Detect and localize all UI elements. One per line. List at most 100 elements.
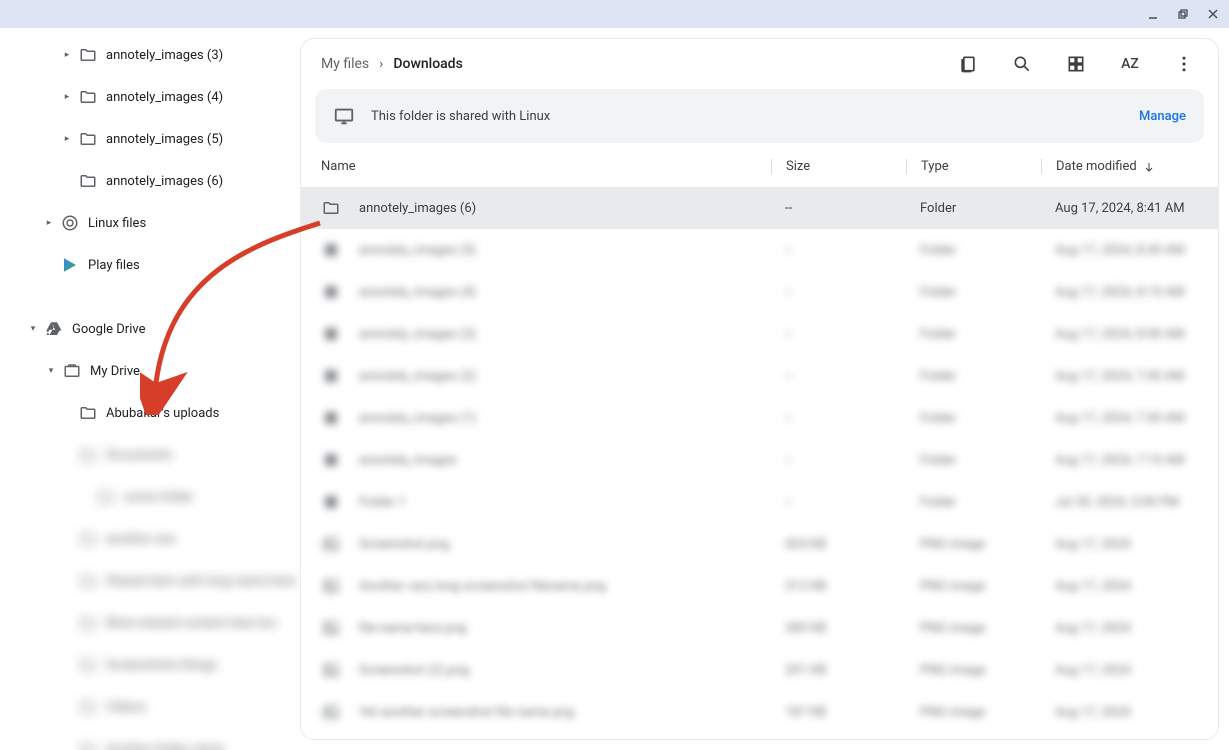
file-name: file-name-here.png <box>359 621 771 636</box>
more-options-button[interactable] <box>1166 46 1202 82</box>
sidebar-item-label: Linux files <box>88 216 146 231</box>
sidebar-item-label: Shared item with long name here <box>106 574 295 589</box>
sidebar-item[interactable]: Shared item with long name here <box>0 560 300 602</box>
window-maximize-button[interactable] <box>1171 2 1195 26</box>
file-size: -- <box>771 453 906 468</box>
sidebar-item-label: Videos <box>106 700 146 715</box>
sidebar-item-label: annotely_images (3) <box>106 48 223 63</box>
file-name: annotely_images (6) <box>359 201 771 216</box>
file-type: Folder <box>906 285 1041 300</box>
sidebar-item-label: annotely_images (4) <box>106 90 223 105</box>
folder-icon <box>78 530 98 548</box>
sidebar-item[interactable]: annotely_images (6) <box>0 160 300 202</box>
window-minimize-button[interactable] <box>1141 2 1165 26</box>
folder-icon <box>78 656 98 674</box>
banner-manage-button[interactable]: Manage <box>1139 109 1186 124</box>
sidebar: ▸annotely_images (3)▸annotely_images (4)… <box>0 28 300 750</box>
file-row[interactable]: annotely_images (6)--FolderAug 17, 2024,… <box>301 187 1218 229</box>
sidebar-item[interactable]: ▾Google Drive <box>0 308 300 350</box>
sidebar-item[interactable]: Abubakar's uploads <box>0 392 300 434</box>
sidebar-item[interactable]: ▸annotely_images (5) <box>0 118 300 160</box>
file-row[interactable]: annotely_images (1)--FolderAug 17, 2024,… <box>301 397 1218 439</box>
column-header-name[interactable]: Name <box>321 159 771 174</box>
folder-icon <box>78 130 98 148</box>
file-type: PNG image <box>906 579 1041 594</box>
sidebar-item[interactable]: ▾My Drive <box>0 350 300 392</box>
sidebar-item[interactable]: More shared content here too <box>0 602 300 644</box>
column-header-size[interactable]: Size <box>771 159 906 174</box>
file-row[interactable]: Yet another screenshot file name.png187 … <box>301 691 1218 733</box>
sort-button[interactable]: AZ <box>1112 46 1148 82</box>
file-type: Folder <box>906 369 1041 384</box>
drive-icon <box>44 320 64 338</box>
folder-icon <box>321 199 341 217</box>
file-row[interactable]: Another very long screenshot filename.pn… <box>301 565 1218 607</box>
file-type: Folder <box>906 243 1041 258</box>
file-date: Aug 17, 2024, 8:00 AM <box>1041 327 1204 342</box>
clipboard-icon <box>958 54 978 74</box>
clipboard-button[interactable] <box>950 46 986 82</box>
sidebar-item[interactable]: Another folder name <box>0 728 300 750</box>
sidebar-item[interactable]: ▸annotely_images (4) <box>0 76 300 118</box>
expand-arrow-icon: ▸ <box>44 218 54 228</box>
file-size: -- <box>771 243 906 258</box>
file-row[interactable]: Screenshot (2).png201 KBPNG imageAug 17,… <box>301 649 1218 691</box>
file-row[interactable]: annotely_images (4)--FolderAug 17, 2024,… <box>301 271 1218 313</box>
file-type: PNG image <box>906 705 1041 720</box>
sidebar-item[interactable]: ▸annotely_images (3) <box>0 34 300 76</box>
file-type: Folder <box>906 327 1041 342</box>
archive-icon <box>321 493 341 511</box>
sidebar-item[interactable]: some folder <box>0 476 300 518</box>
file-row[interactable]: annotely_images (5)--FolderAug 17, 2024,… <box>301 229 1218 271</box>
folder-icon <box>78 740 98 750</box>
archive-icon <box>321 241 341 259</box>
file-name: Yet another screenshot file name.png <box>359 705 771 720</box>
breadcrumb-current[interactable]: Downloads <box>393 56 462 72</box>
file-row[interactable]: annotely_images (3)--FolderAug 17, 2024,… <box>301 313 1218 355</box>
sidebar-item-label: Screenshots things <box>106 658 217 673</box>
image-icon <box>321 619 341 637</box>
file-size: -- <box>771 327 906 342</box>
file-date: Jul 30, 2024, 5:00 PM <box>1041 495 1204 510</box>
sidebar-item[interactable]: Videos <box>0 686 300 728</box>
window-close-button[interactable] <box>1201 2 1225 26</box>
image-icon <box>321 535 341 553</box>
file-name: annotely_images (1) <box>359 411 771 426</box>
maximize-icon <box>1177 8 1189 20</box>
file-size: -- <box>771 495 906 510</box>
linux-share-icon <box>333 105 355 127</box>
file-row[interactable]: file-name-here.png289 KBPNG imageAug 17,… <box>301 607 1218 649</box>
column-header-type[interactable]: Type <box>906 159 1041 174</box>
file-date: Aug 17, 2024 <box>1041 537 1204 552</box>
sidebar-item[interactable]: Play files <box>0 244 300 286</box>
sidebar-item[interactable]: another one <box>0 518 300 560</box>
sidebar-item[interactable]: Screenshots things <box>0 644 300 686</box>
expand-arrow-icon: ▾ <box>46 366 56 376</box>
column-headers: Name Size Type Date modified <box>301 147 1218 187</box>
file-date: Aug 17, 2024, 7:45 AM <box>1041 369 1204 384</box>
file-type: Folder <box>906 411 1041 426</box>
chevron-right-icon: › <box>379 56 383 72</box>
file-row[interactable]: annotely_images (2)--FolderAug 17, 2024,… <box>301 355 1218 397</box>
sidebar-item-label: annotely_images (6) <box>106 174 223 189</box>
sidebar-item[interactable]: ▸ Linux files <box>0 202 300 244</box>
sidebar-item[interactable]: Documents <box>0 434 300 476</box>
breadcrumb: My files › Downloads <box>313 56 950 72</box>
archive-icon <box>321 451 341 469</box>
content-header: My files › Downloads AZ <box>301 39 1218 89</box>
archive-icon <box>321 367 341 385</box>
view-grid-button[interactable] <box>1058 46 1094 82</box>
file-row[interactable]: Folder 1--FolderJul 30, 2024, 5:00 PM <box>301 481 1218 523</box>
search-button[interactable] <box>1004 46 1040 82</box>
breadcrumb-root[interactable]: My files <box>321 56 369 72</box>
file-name: Folder 1 <box>359 495 771 510</box>
folder-icon <box>78 172 98 190</box>
sidebar-item-label: Abubakar's uploads <box>106 406 219 421</box>
banner-text: This folder is shared with Linux <box>371 109 1139 124</box>
column-header-date[interactable]: Date modified <box>1041 159 1204 174</box>
sidebar-item-label: annotely_images (5) <box>106 132 223 147</box>
file-row[interactable]: Screenshot.png424 KBPNG imageAug 17, 202… <box>301 523 1218 565</box>
file-name: annotely_images (4) <box>359 285 771 300</box>
file-row[interactable]: annotely_images--FolderAug 17, 2024, 7:1… <box>301 439 1218 481</box>
file-size: 187 KB <box>771 705 906 720</box>
